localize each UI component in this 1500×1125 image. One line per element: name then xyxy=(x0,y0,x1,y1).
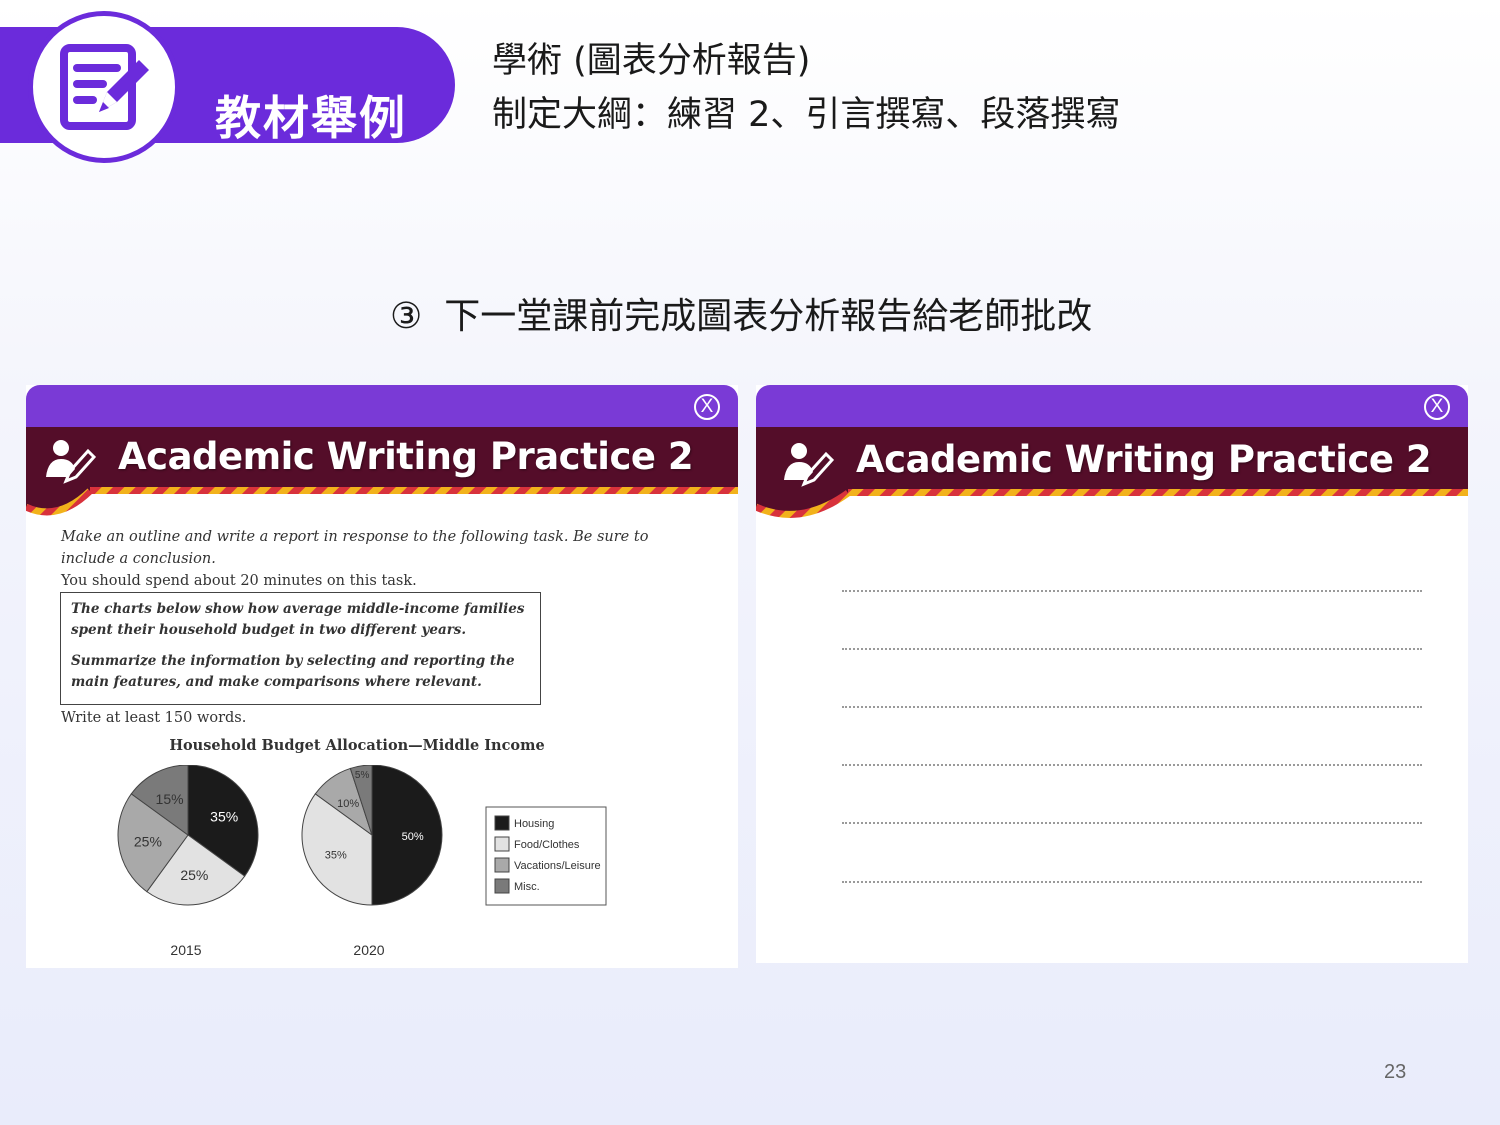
pie-year-label-2020: 2020 xyxy=(353,942,384,958)
writing-line[interactable] xyxy=(842,881,1422,883)
card-top-bar xyxy=(26,385,738,429)
pie-value-label: 25% xyxy=(134,833,162,849)
close-icon[interactable]: X xyxy=(1424,394,1450,420)
task-intro: Make an outline and write a report in re… xyxy=(61,529,649,567)
pie-charts: 35% 25% 25% 15% 50% 35% 10% 5% 2015 2020 Housi… xyxy=(117,765,607,958)
legend-label: Vacations/Leisure xyxy=(514,860,601,872)
legend-swatch xyxy=(494,878,510,894)
legend-swatch xyxy=(494,857,510,873)
pie-value-label: 35% xyxy=(325,849,347,861)
subtitle: ③ 下一堂課前完成圖表分析報告給老師批改 xyxy=(390,287,1092,339)
pie-value-label: 25% xyxy=(180,867,208,883)
legend-label: Food/Clothes xyxy=(514,839,580,851)
page-number: 23 xyxy=(1384,1061,1407,1083)
pie-value-label: 15% xyxy=(156,791,184,807)
subtitle-marker: ③ xyxy=(390,296,423,337)
legend-label: Misc. xyxy=(514,881,540,893)
card-title: Academic Writing Practice 2 xyxy=(118,435,694,478)
card-title: Academic Writing Practice 2 xyxy=(856,438,1432,481)
edit-note-icon xyxy=(60,44,149,130)
task-text-1: The charts below show how average middle… xyxy=(71,601,525,638)
writing-line[interactable] xyxy=(842,648,1422,650)
min-words-note: Write at least 150 words. xyxy=(61,710,247,726)
pie-year-label-2015: 2015 xyxy=(170,942,201,958)
legend-swatch xyxy=(494,836,510,852)
subtitle-text: 下一堂課前完成圖表分析報告給老師批改 xyxy=(444,296,1093,337)
writer-pen-icon xyxy=(784,443,834,487)
task-box: The charts below show how average middle… xyxy=(60,592,541,705)
pie-value-label: 10% xyxy=(337,798,359,810)
writer-pen-icon xyxy=(46,440,96,484)
legend-swatch xyxy=(494,815,510,831)
writing-line[interactable] xyxy=(842,590,1422,592)
practice-card-right: X Academic Writing Practice 2 xyxy=(756,385,1468,963)
task-text-2: Summarize the information by selecting a… xyxy=(71,653,515,690)
badge-circle xyxy=(28,11,180,163)
card-top-bar xyxy=(756,385,1468,429)
pie-value-label: 50% xyxy=(402,831,424,843)
practice-card-left: X Academic Writing Practice 2 Make an ou… xyxy=(26,385,738,968)
pie-chart-2020: 50% 35% 10% 5% xyxy=(301,765,443,906)
close-icon[interactable]: X xyxy=(694,394,720,420)
time-note: You should spend about 20 minutes on thi… xyxy=(61,573,417,589)
task-instructions: Make an outline and write a report in re… xyxy=(61,526,671,592)
legend-label: Housing xyxy=(514,818,554,830)
heading-line-1: 學術 (圖表分析報告) xyxy=(492,41,811,81)
pie-value-label: 5% xyxy=(355,770,370,781)
pie-chart-2015: 35% 25% 25% 15% xyxy=(117,765,259,906)
heading-line-2: 制定大綱：練習 2、引言撰寫、段落撰寫 xyxy=(492,95,1121,135)
heading-lines: 學術 (圖表分析報告) 制定大綱：練習 2、引言撰寫、段落撰寫 xyxy=(492,34,1120,142)
chart-title: Household Budget Allocation—Middle Incom… xyxy=(169,737,545,754)
writing-line[interactable] xyxy=(842,822,1422,824)
writing-line[interactable] xyxy=(842,706,1422,708)
pie-value-label: 35% xyxy=(210,809,238,825)
writing-line[interactable] xyxy=(842,764,1422,766)
badge-label: 教材舉例 xyxy=(215,91,407,145)
